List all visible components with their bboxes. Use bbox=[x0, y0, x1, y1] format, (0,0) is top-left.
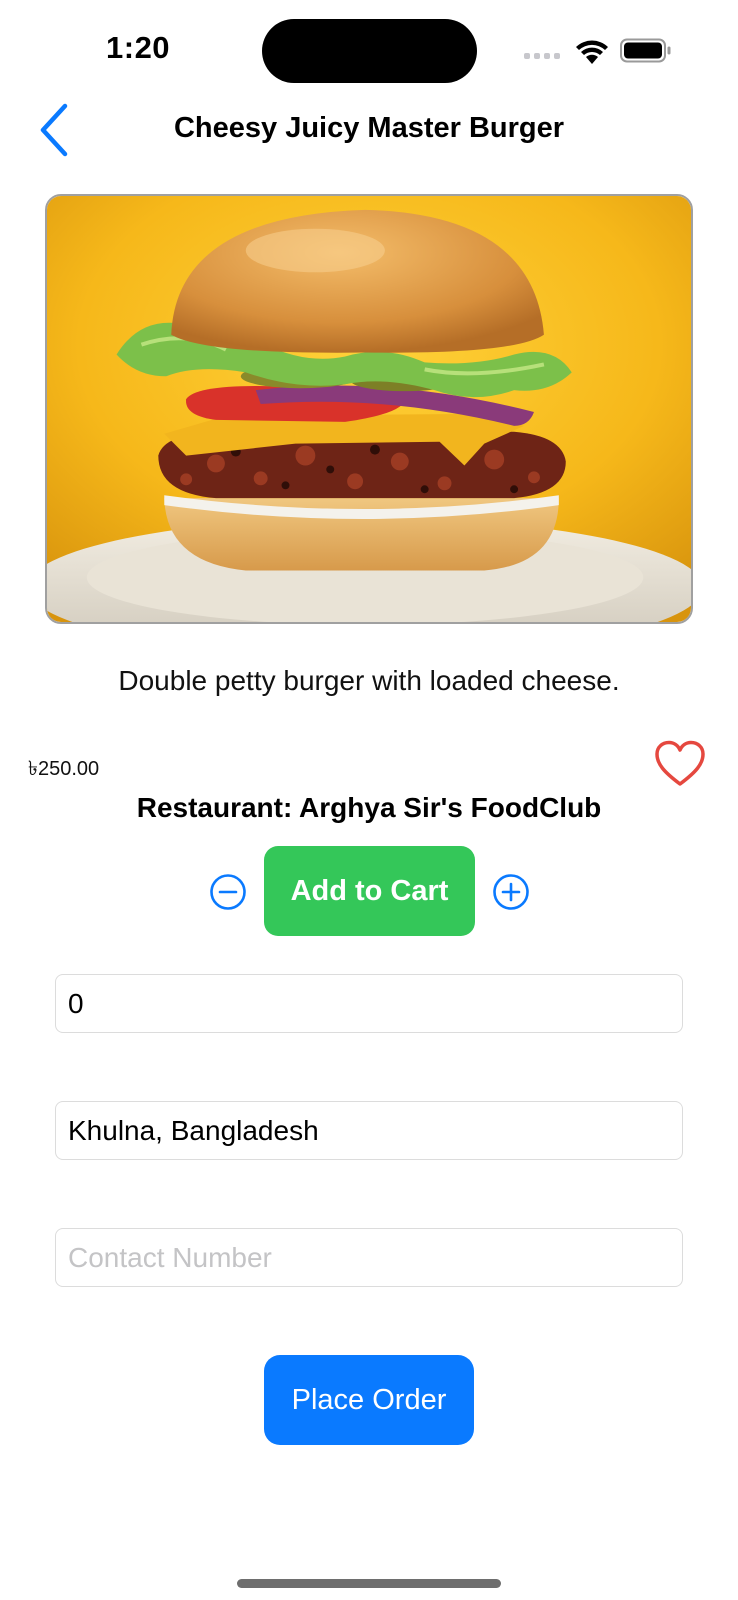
back-button[interactable] bbox=[32, 100, 76, 160]
heart-icon bbox=[655, 740, 705, 786]
quantity-field[interactable] bbox=[55, 974, 683, 1033]
minus-circle-icon bbox=[210, 874, 246, 910]
contact-number-field[interactable] bbox=[55, 1228, 683, 1287]
product-description: Double petty burger with loaded cheese. bbox=[118, 665, 620, 696]
place-order-button[interactable]: Place Order bbox=[264, 1355, 474, 1445]
wifi-icon bbox=[576, 40, 608, 64]
burger-image bbox=[47, 196, 691, 622]
status-time: 1:20 bbox=[106, 30, 171, 65]
address-field[interactable] bbox=[55, 1101, 683, 1160]
chevron-left-icon bbox=[40, 103, 68, 157]
product-price: ৳250.00 bbox=[28, 758, 100, 780]
page-title: Cheesy Juicy Master Burger bbox=[173, 112, 565, 144]
cellular-signal-icon bbox=[524, 53, 560, 59]
restaurant-name: Restaurant: Arghya Sir's FoodClub bbox=[136, 792, 602, 823]
decrease-quantity-button[interactable] bbox=[209, 873, 247, 911]
battery-icon bbox=[620, 38, 671, 63]
dynamic-island bbox=[262, 19, 477, 83]
add-to-cart-button[interactable]: Add to Cart bbox=[264, 846, 475, 936]
plus-circle-icon bbox=[493, 874, 529, 910]
increase-quantity-button[interactable] bbox=[492, 873, 530, 911]
favorite-button[interactable] bbox=[654, 740, 706, 788]
home-indicator bbox=[237, 1579, 501, 1588]
product-image bbox=[45, 194, 693, 624]
product-detail-screen: 1:20 Cheesy Juicy Master Burger Double p… bbox=[0, 0, 738, 1600]
